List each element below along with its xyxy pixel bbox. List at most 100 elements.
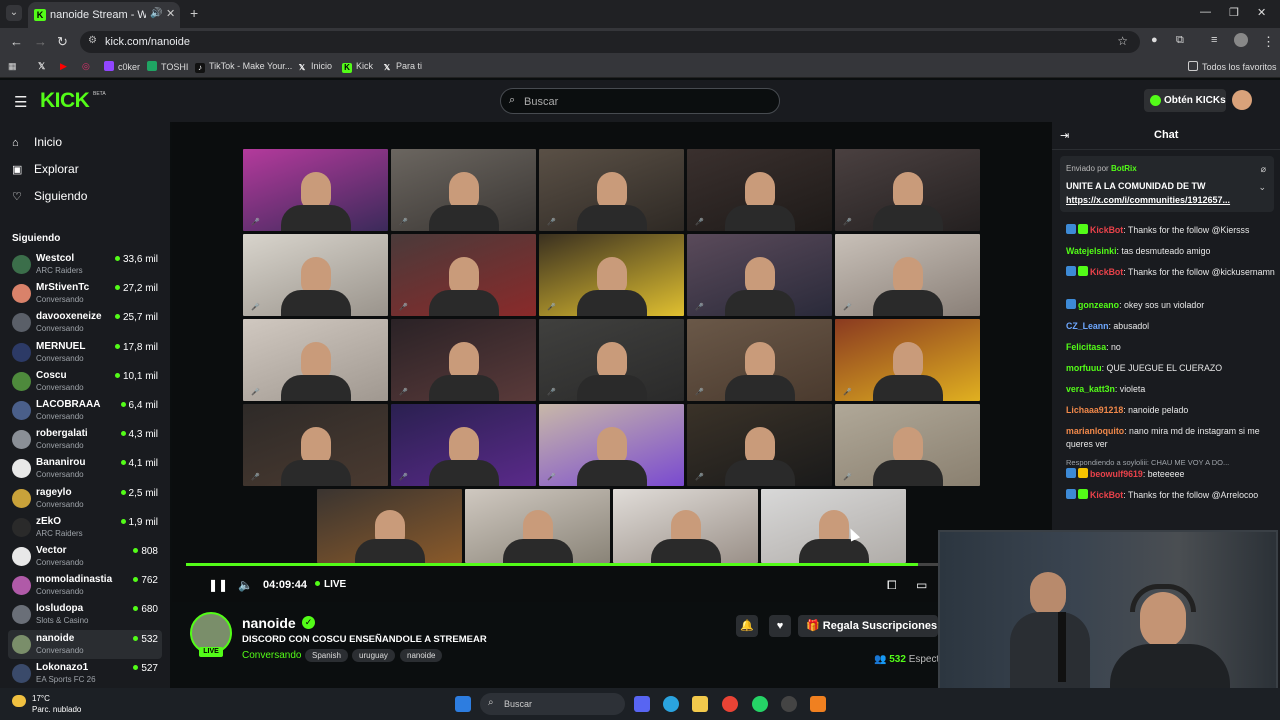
following-viewers: 532 [133,634,158,645]
gift-subs-button[interactable]: 🎁 Regala Suscripciones [798,615,938,637]
following-item[interactable]: rageylo Conversando 2,5 mil [8,484,162,513]
extensions-puzzle-icon[interactable]: ⧉ [1176,34,1184,47]
chat-username[interactable]: Felicitasa [1066,342,1106,352]
following-item[interactable]: MrStivenTc Conversando 27,2 mil [8,279,162,308]
following-item[interactable]: robergalati Conversando 4,3 mil [8,425,162,454]
chat-username[interactable]: beowulf9619 [1090,469,1143,479]
bookmark-item[interactable]: ♪ TikTok - Make Your... [195,61,292,73]
chat-username[interactable]: gonzeano [1078,300,1119,310]
following-item[interactable]: Westcol ARC Raiders 33,6 mil [8,250,162,279]
browser-tab[interactable]: K nanoide Stream - Watch Li... 🔊 ✕ [28,2,180,28]
following-item[interactable]: Vector Conversando 808 [8,542,162,571]
following-category: ARC Raiders [36,528,83,538]
chrome-icon[interactable] [722,696,738,712]
following-item[interactable]: Lokonazo1 EA Sports FC 26 527 [8,659,162,688]
tag-spanish[interactable]: Spanish [305,649,348,662]
get-kicks-button[interactable]: Obtén KICKs [1144,89,1226,112]
close-window-button[interactable]: ✕ [1257,6,1266,19]
following-category: Conversando [36,353,84,363]
chat-username[interactable]: Lichaaa91218 [1066,405,1123,415]
tag-uruguay[interactable]: uruguay [352,649,395,662]
search-input[interactable]: ⌕ Buscar [500,88,780,114]
chat-username[interactable]: vera_katt3n [1066,384,1115,394]
chat-username[interactable]: Watejelsinki [1066,246,1117,256]
following-item[interactable]: Bananirou Conversando 4,1 mil [8,454,162,483]
nav-following[interactable]: ♡ Siguiendo [12,189,87,203]
vlc-icon[interactable] [810,696,826,712]
reload-button[interactable]: ↻ [57,34,68,50]
tab-search-button[interactable]: ⌄ [6,5,22,21]
apps-grid-icon[interactable]: ▦ [8,61,17,72]
hamburger-menu-icon[interactable]: ☰ [14,93,27,111]
close-tab-icon[interactable]: ✕ [166,7,175,20]
channel-name[interactable]: nanoide [242,615,296,631]
chat-username[interactable]: CZ_Leann [1066,321,1109,331]
bookmark-youtube-icon[interactable]: ▶ [60,61,67,72]
following-item[interactable]: losludopa Slots & Casino 680 [8,600,162,629]
extension-icon[interactable]: ● [1151,34,1158,46]
following-item[interactable]: davooxeneize Conversando 25,7 mil [8,308,162,337]
bookmark-star-icon[interactable]: ☆ [1117,34,1128,48]
following-item[interactable]: LACOBRAAA Conversando 6,4 mil [8,396,162,425]
profile-avatar[interactable] [1234,33,1248,47]
pause-icon[interactable]: ❚❚ [208,578,228,592]
volume-icon[interactable]: 🔈 [238,578,253,592]
bookmark-item[interactable]: 𝕏 Para ti [382,61,422,73]
following-item[interactable]: momoladinastia Conversando 762 [8,571,162,600]
file-explorer-icon[interactable] [692,696,708,712]
kick-logo[interactable]: KICK [40,89,90,113]
pinned-message[interactable]: Enviado por BotRix UNITE A LA COMUNIDAD … [1060,156,1274,212]
new-tab-button[interactable]: + [190,5,198,21]
bookmark-item[interactable]: TOSHI [147,61,188,72]
picture-in-picture-icon[interactable]: ▭ [916,578,927,592]
site-info-icon[interactable]: ⚙ [88,35,97,46]
windows-start-icon[interactable] [455,696,471,712]
forward-button[interactable]: → [34,34,47,49]
progress-bar-fill[interactable] [186,563,918,566]
following-item[interactable]: zEkO ARC Raiders 1,9 mil [8,513,162,542]
back-button[interactable]: ← [10,34,23,49]
chat-username[interactable]: morfuuu [1066,363,1102,373]
following-item[interactable]: nanoide Conversando 532 [8,629,162,659]
bookmark-item[interactable]: K Kick [342,61,373,73]
theater-mode-icon[interactable]: ⧠ [887,578,897,593]
whatsapp-icon[interactable] [752,696,768,712]
tag-nanoide[interactable]: nanoide [400,649,443,662]
minimize-button[interactable]: — [1200,6,1211,18]
maximize-button[interactable]: ❐ [1229,6,1239,19]
nav-home[interactable]: ⌂ Inicio [12,135,62,149]
follow-heart-button[interactable]: ♥ [769,615,791,637]
browser-menu-icon[interactable]: ⋮ [1262,34,1275,50]
taskbar-search[interactable]: ⌕ Buscar [480,693,625,715]
nav-explore[interactable]: ▣ Explorar [12,162,79,176]
bookmark-x-icon[interactable]: 𝕏 [38,61,45,72]
expand-chevron-icon[interactable]: ⌄ [1258,182,1266,193]
speaker-icon[interactable]: 🔊 [150,8,162,19]
live-indicator[interactable]: LIVE [315,579,346,590]
media-control-icon[interactable]: ≡ [1211,34,1217,46]
discord-icon[interactable] [634,696,650,712]
stream-category[interactable]: Conversando [242,650,301,661]
collapse-chat-icon[interactable]: ⇥ [1060,129,1069,142]
chat-username[interactable]: marianloquito [1066,426,1124,436]
notification-bell-button[interactable]: 🔔 [736,615,758,637]
telegram-icon[interactable] [663,696,679,712]
chat-username[interactable]: KickBot [1090,225,1123,235]
unpin-icon[interactable]: ⌀ [1261,164,1266,175]
bookmark-item[interactable]: c0ker [104,61,140,72]
bookmark-instagram-icon[interactable]: ◎ [82,61,90,72]
site-header: ☰ KICK BETA ⌕ Buscar Obtén KICKs [0,80,1280,122]
chat-username[interactable]: KickBot [1090,267,1123,277]
chat-username[interactable]: KickBot [1090,490,1123,500]
following-item[interactable]: MERNUEL Conversando 17,8 mil [8,338,162,367]
url-bar[interactable]: ⚙ kick.com/nanoide ☆ [80,31,1140,53]
following-item[interactable]: Coscu Conversando 10,1 mil [8,367,162,396]
user-avatar[interactable] [1232,90,1252,110]
obs-icon[interactable] [781,696,797,712]
all-bookmarks-folder[interactable]: Todos los favoritos [1188,61,1277,72]
viewers-icon: 👥 [874,654,890,665]
bookmark-item[interactable]: 𝕏 Inicio [297,61,332,73]
video-player[interactable]: 🎤 🎤 🎤 🎤 🎤 🎤 🎤 🎤 🎤 🎤 🎤 🎤 🎤 🎤 🎤 🎤 🎤 🎤 🎤 🎤 ❚❚ 🔈 04:09:44 LIVE … [172,122,1052,602]
pinned-link[interactable]: https://x.com/i/communities/1912657... [1066,195,1230,205]
following-viewers: 2,5 mil [121,488,158,499]
